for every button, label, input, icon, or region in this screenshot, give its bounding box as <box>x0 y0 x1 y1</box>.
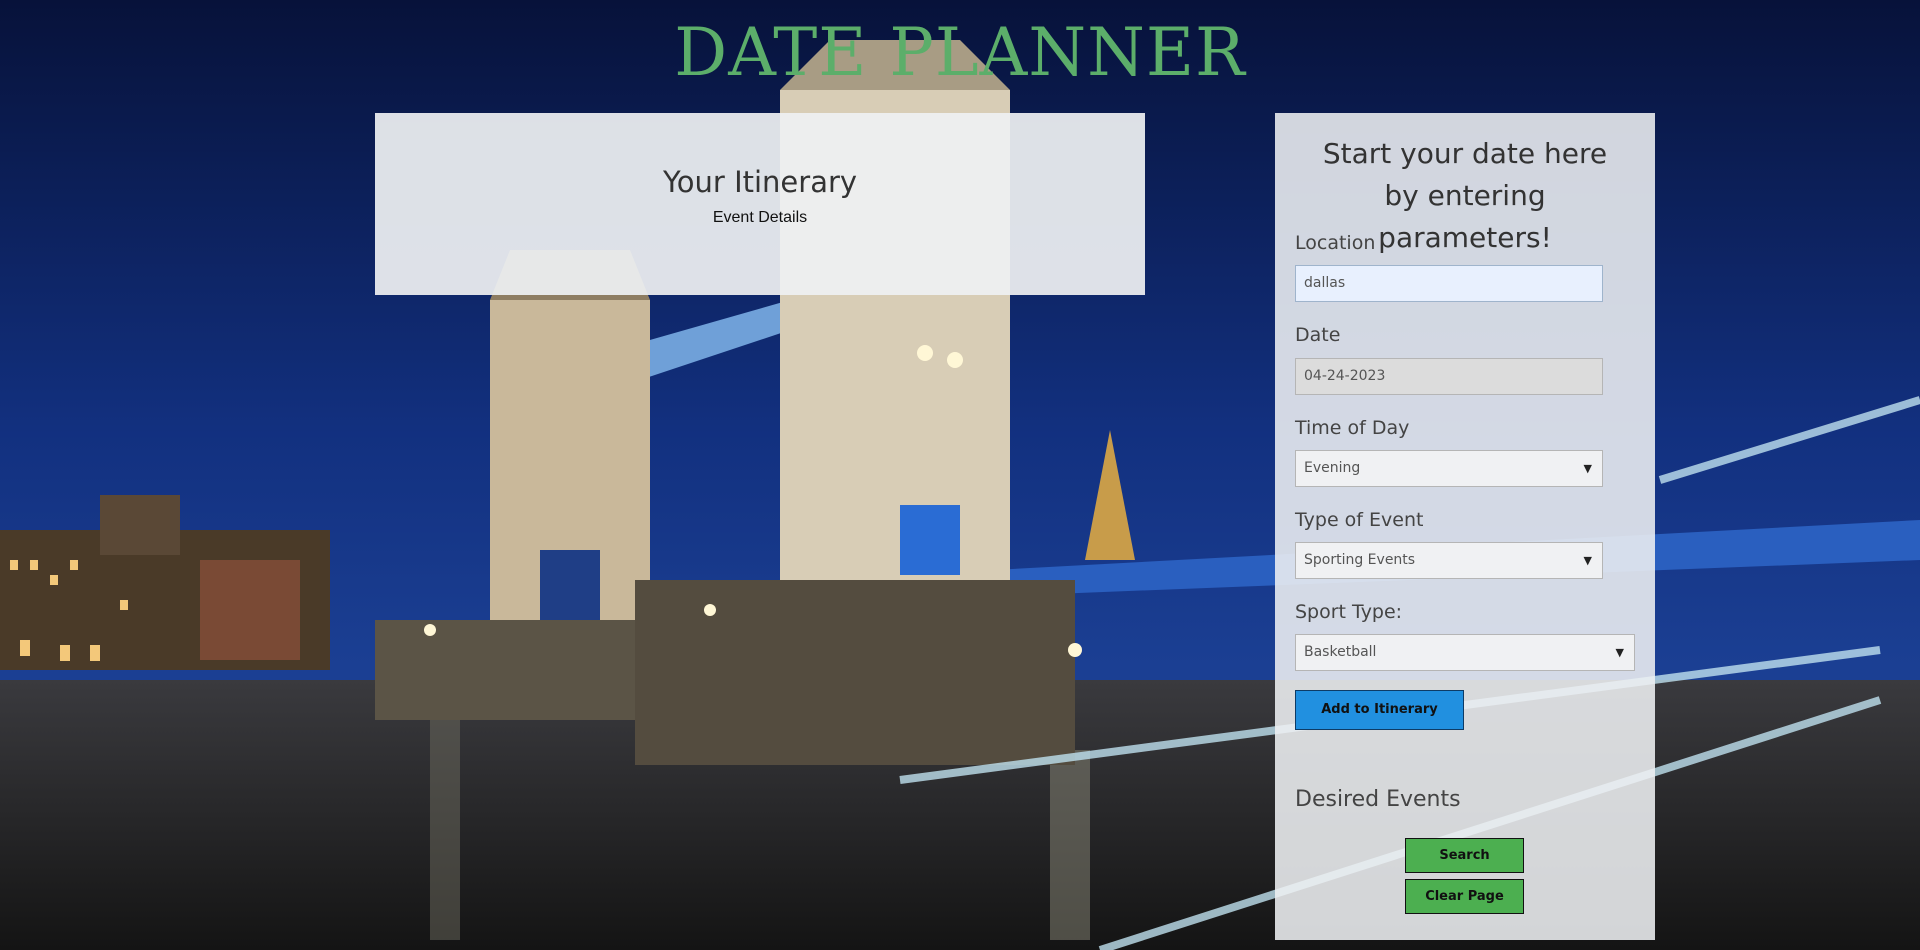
location-input[interactable]: dallas <box>1295 265 1603 302</box>
event-type-select[interactable]: Sporting Events ▼ <box>1295 542 1603 579</box>
sport-type-select[interactable]: Basketball ▼ <box>1295 634 1635 671</box>
itinerary-panel: Your Itinerary Event Details <box>375 113 1145 295</box>
add-to-itinerary-button[interactable]: Add to Itinerary <box>1295 690 1464 730</box>
caret-down-icon: ▼ <box>1583 462 1592 475</box>
search-button[interactable]: Search <box>1405 838 1524 873</box>
location-value: dallas <box>1304 275 1346 291</box>
sport-type-label: Sport Type: <box>1295 601 1403 623</box>
date-input[interactable]: 04-24-2023 <box>1295 358 1603 395</box>
page-title: DATE PLANNER <box>674 14 1246 91</box>
clear-page-button[interactable]: Clear Page <box>1405 879 1524 914</box>
caret-down-icon: ▼ <box>1583 554 1592 567</box>
time-of-day-label: Time of Day <box>1295 417 1410 439</box>
event-type-label: Type of Event <box>1295 509 1424 531</box>
desired-events-heading: Desired Events <box>1295 787 1461 812</box>
time-of-day-value: Evening <box>1304 460 1361 476</box>
event-details-label: Event Details <box>712 209 808 226</box>
date-label: Date <box>1295 324 1341 346</box>
time-of-day-select[interactable]: Evening ▼ <box>1295 450 1603 487</box>
caret-down-icon: ▼ <box>1615 646 1624 659</box>
itinerary-title: Your Itinerary <box>662 165 858 199</box>
date-parameters-form: Start your date here by entering paramet… <box>1275 113 1655 940</box>
event-type-value: Sporting Events <box>1304 552 1416 568</box>
location-label: Location <box>1295 232 1376 254</box>
sport-type-value: Basketball <box>1304 644 1377 660</box>
date-value: 04-24-2023 <box>1304 368 1386 384</box>
